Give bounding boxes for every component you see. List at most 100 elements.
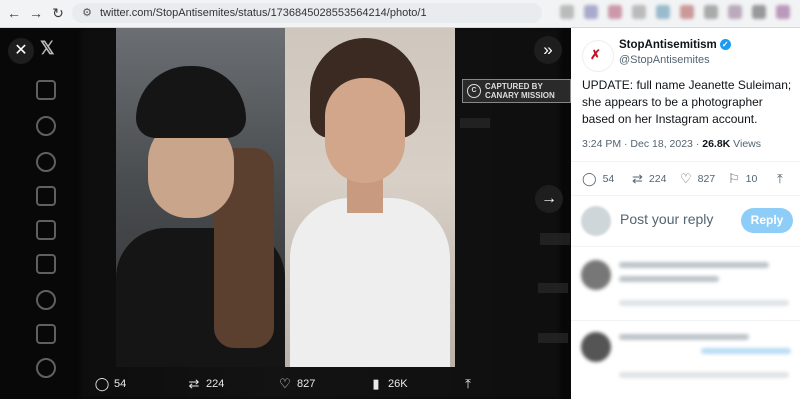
divider — [571, 246, 800, 247]
display-name-text[interactable]: StopAntisemitism — [619, 39, 717, 51]
like-count: 827 — [697, 173, 716, 185]
extension-icon[interactable] — [704, 5, 718, 19]
share-icon: ⤒ — [777, 171, 783, 187]
tweet-photo[interactable] — [116, 28, 455, 367]
extension-icon[interactable] — [632, 5, 646, 19]
tweet-meta: 3:24 PM · Dec 18, 2023 · 26.8K Views — [582, 138, 761, 150]
reply-placeholder-line — [619, 262, 769, 268]
site-info-icon[interactable]: ⚙ — [80, 6, 94, 20]
profile-icon[interactable] — [36, 358, 56, 378]
background-block — [538, 283, 568, 293]
tweet-text: UPDATE: full name Jeanette Suleiman; she… — [582, 78, 792, 126]
reply-placeholder-line — [619, 334, 749, 340]
photo-face — [325, 78, 405, 183]
like-icon: ♡ — [680, 171, 692, 187]
browser-toolbar: ← → ↻ ⚙ twitter.com/StopAntisemites/stat… — [0, 0, 800, 28]
retweet-icon: ⇄ — [188, 376, 200, 392]
notifications-icon[interactable] — [36, 152, 56, 172]
communities-icon[interactable] — [36, 290, 56, 310]
forward-icon[interactable]: → — [28, 5, 44, 21]
extension-icon[interactable] — [728, 5, 742, 19]
tweet-stats: ◯ 54 ⇄ 224 ♡ 827 ⚐ 10 ⤒ — [582, 170, 792, 188]
reply-icon: ◯ — [582, 171, 597, 187]
share-icon: ⤒ — [465, 376, 471, 392]
avatar — [581, 260, 611, 290]
lists-icon[interactable] — [36, 254, 56, 274]
url-text[interactable]: twitter.com/StopAntisemites/status/17368… — [100, 6, 427, 20]
photo-beanie — [136, 66, 246, 138]
back-icon[interactable]: ← — [6, 5, 22, 21]
views-button[interactable]: ▮ 26K — [368, 374, 408, 394]
timestamp[interactable]: 3:24 PM · Dec 18, 2023 · — [582, 138, 702, 150]
reply-count: 54 — [114, 378, 127, 390]
reply-input[interactable]: Post your reply — [620, 211, 713, 227]
extension-icon[interactable] — [584, 5, 598, 19]
address-bar[interactable]: ⚙ twitter.com/StopAntisemites/status/173… — [72, 3, 542, 23]
like-button[interactable]: ♡ 827 — [680, 170, 715, 188]
home-icon[interactable] — [36, 80, 56, 100]
media-action-bar: ◯ 54 ⇄ 224 ♡ 827 ▮ 26K ⤒ — [94, 374, 484, 394]
reload-icon[interactable]: ↻ — [50, 5, 66, 21]
messages-icon[interactable] — [36, 186, 56, 206]
watermark-text: CAPTURED BY CANARY MISSION — [485, 82, 555, 100]
views-label: Views — [730, 138, 762, 150]
views-count: 26.8K — [702, 138, 731, 150]
premium-icon[interactable] — [36, 324, 56, 344]
extension-icon[interactable] — [608, 5, 622, 19]
display-name[interactable]: StopAntisemitism ✓ — [619, 39, 731, 51]
reply-submit-button[interactable]: Reply — [741, 208, 793, 233]
retweet-count: 224 — [648, 173, 667, 185]
divider — [571, 195, 800, 196]
reply-button[interactable]: ◯ 54 — [582, 170, 614, 188]
background-block — [540, 233, 570, 245]
canary-mission-watermark: C CAPTURED BY CANARY MISSION — [462, 79, 571, 103]
search-icon[interactable] — [36, 116, 56, 136]
tweet-panel: ✗ StopAntisemitism ✓ @StopAntisemites UPD… — [571, 28, 800, 399]
divider — [571, 320, 800, 321]
collapse-panel-button[interactable]: » — [534, 36, 562, 64]
photo-right-panel — [285, 28, 455, 367]
reply-count: 54 — [602, 173, 615, 185]
extension-icon[interactable] — [776, 5, 790, 19]
background-block — [460, 118, 490, 128]
bookmark-button[interactable]: ⚐ 10 — [728, 170, 757, 188]
x-logo-icon[interactable]: 𝕏 — [40, 38, 55, 59]
retweet-button[interactable]: ⇄ 224 — [186, 374, 225, 394]
reply-placeholder-line — [701, 348, 791, 354]
avatar — [581, 206, 611, 236]
share-button[interactable]: ⤒ — [777, 170, 789, 188]
extension-icon[interactable] — [752, 5, 766, 19]
avatar — [581, 332, 611, 362]
photo-shirt — [290, 198, 450, 367]
background-block — [538, 333, 568, 343]
reply-button[interactable]: ◯ 54 — [94, 374, 127, 394]
views-count: 26K — [388, 378, 408, 390]
blurred-reply[interactable] — [571, 256, 800, 318]
user-handle[interactable]: @StopAntisemites — [619, 54, 710, 66]
avatar[interactable]: ✗ — [582, 40, 614, 72]
extension-icon[interactable] — [560, 5, 574, 19]
retweet-icon: ⇄ — [632, 171, 643, 187]
like-button[interactable]: ♡ 827 — [277, 374, 315, 394]
blurred-reply[interactable] — [571, 328, 800, 390]
stop-antisemitism-logo-icon: ✗ — [590, 47, 601, 62]
views-icon: ▮ — [372, 376, 380, 392]
divider — [571, 161, 800, 162]
close-button[interactable]: ✕ — [8, 38, 34, 64]
share-button[interactable]: ⤒ — [460, 374, 480, 394]
reply-placeholder-line — [619, 300, 789, 306]
next-photo-button[interactable]: → — [535, 185, 563, 213]
bookmark-icon: ⚐ — [728, 171, 740, 187]
like-icon: ♡ — [279, 376, 291, 392]
verified-badge-icon: ✓ — [719, 39, 731, 51]
bookmark-count: 10 — [745, 173, 758, 185]
watermark-logo-icon: C — [467, 84, 481, 98]
reply-placeholder-line — [619, 276, 719, 282]
photo-left-panel — [116, 28, 285, 367]
retweet-button[interactable]: ⇄ 224 — [632, 170, 666, 188]
like-count: 827 — [297, 378, 316, 390]
media-viewer: ✕ 𝕏 C CAPTURED BY CANARY MISSION » → ◯ 54… — [0, 28, 571, 399]
compose-icon[interactable] — [36, 220, 56, 240]
extension-icon[interactable] — [656, 5, 670, 19]
extension-icon[interactable] — [680, 5, 694, 19]
